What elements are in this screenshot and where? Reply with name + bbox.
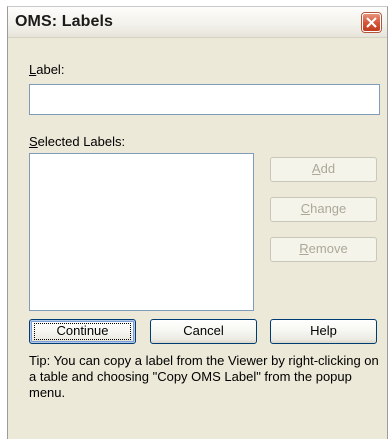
remove-button[interactable]: Remove (270, 237, 377, 262)
dialog-title: OMS: Labels (15, 13, 114, 30)
label-field-label: Label: (29, 62, 65, 77)
change-button[interactable]: Change (270, 197, 377, 222)
continue-button[interactable]: Continue (29, 319, 136, 344)
selected-labels-list[interactable] (29, 153, 254, 311)
add-button[interactable]: Add (270, 157, 377, 182)
close-button[interactable] (362, 13, 381, 32)
close-x-icon (366, 17, 377, 28)
selected-labels-label: Selected Labels: (29, 134, 126, 149)
help-button[interactable]: Help (270, 319, 377, 344)
tip-text: Tip: You can copy a label from the Viewe… (29, 353, 379, 400)
cancel-button[interactable]: Cancel (150, 319, 257, 344)
dialog-window: OMS: Labels Label: Selected Labels: Add … (7, 6, 388, 439)
label-input[interactable] (29, 84, 380, 115)
title-bar[interactable]: OMS: Labels (8, 7, 387, 38)
